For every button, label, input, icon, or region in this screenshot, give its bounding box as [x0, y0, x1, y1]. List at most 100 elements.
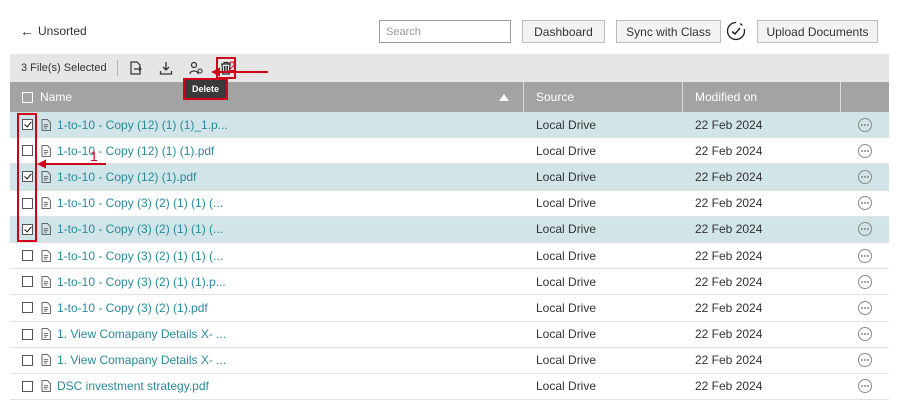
file-name-link[interactable]: 1. View Comapany Details X- ... — [57, 353, 226, 367]
column-modified-header[interactable]: Modified on — [683, 82, 841, 112]
cell-source: Local Drive — [536, 143, 597, 158]
row-checkbox[interactable] — [22, 250, 33, 262]
row-checkbox[interactable] — [22, 145, 33, 157]
files-table: Name Source Modified on 1-to-10 - Copy (… — [10, 82, 889, 401]
table-row[interactable]: 1-to-10 - Copy (3) (2) (1).pdf Local Driv… — [10, 295, 889, 322]
cell-source: Local Drive — [536, 353, 597, 368]
toolbar-divider — [116, 60, 118, 76]
row-checkbox[interactable] — [22, 276, 33, 288]
sort-ascending-icon[interactable] — [499, 94, 509, 101]
cell-actions — [841, 117, 889, 132]
file-name-link[interactable]: 1-to-10 - Copy (12) (1) (1)_1.p... — [57, 118, 228, 132]
file-icon — [41, 275, 51, 288]
more-options-icon[interactable] — [858, 248, 872, 263]
table-row[interactable]: 1-to-10 - Copy (12) (1) (1)_1.p... Local … — [10, 112, 889, 139]
cell-source: Local Drive — [536, 248, 597, 263]
file-icon — [41, 144, 51, 157]
row-checkbox[interactable] — [22, 119, 33, 131]
row-checkbox[interactable] — [22, 302, 33, 314]
file-icon — [41, 171, 51, 183]
table-row[interactable]: 1. View Comapany Details X- ... Local Dri… — [10, 322, 889, 348]
more-options-icon[interactable] — [858, 117, 872, 132]
share-user-icon[interactable] — [188, 60, 204, 76]
file-name-link[interactable]: DSC investment strategy.pdf — [57, 379, 209, 393]
table-row[interactable]: 1-to-10 - Copy (3) (2) (1) (1).p... Local… — [10, 269, 889, 296]
file-icon — [41, 249, 51, 262]
more-options-icon[interactable] — [858, 222, 872, 237]
table-row[interactable]: 1-to-10 - Copy (3) (2) (1) (1) (... Local… — [10, 191, 889, 217]
cell-actions — [841, 143, 889, 158]
back-link[interactable]: ← Unsorted — [20, 24, 87, 38]
file-icon — [41, 197, 51, 210]
cell-name: 1. View Comapany Details X- ... — [10, 322, 524, 347]
file-icon — [41, 328, 51, 340]
file-icon — [41, 118, 51, 131]
annotation-label-2: 2 — [228, 58, 236, 74]
cell-modified: 22 Feb 2024 — [695, 196, 763, 211]
cell-name: 1-to-10 - Copy (3) (2) (1).pdf — [10, 295, 524, 320]
cell-actions — [841, 248, 889, 263]
file-icon — [41, 380, 51, 393]
search-input[interactable] — [379, 20, 511, 43]
more-options-icon[interactable] — [858, 300, 872, 315]
more-options-icon[interactable] — [858, 196, 872, 211]
cell-name: 1-to-10 - Copy (3) (2) (1) (1) (... — [10, 217, 524, 242]
cell-source: Local Drive — [536, 379, 597, 394]
cell-actions — [841, 196, 889, 211]
cell-modified: 22 Feb 2024 — [695, 353, 763, 368]
file-name-link[interactable]: 1-to-10 - Copy (3) (2) (1) (1).p... — [57, 275, 226, 289]
download-icon[interactable] — [158, 60, 174, 76]
cell-source: Local Drive — [536, 169, 597, 184]
more-options-icon[interactable] — [858, 143, 872, 158]
more-options-icon[interactable] — [858, 327, 872, 342]
column-name-header[interactable]: Name — [10, 82, 524, 112]
table-row[interactable]: 1-to-10 - Copy (12) (1) (1).pdf Local Dri… — [10, 138, 889, 165]
selected-count: 3 File(s) Selected — [21, 62, 107, 74]
file-name-link[interactable]: 1-to-10 - Copy (12) (1) (1).pdf — [57, 144, 214, 158]
more-options-icon[interactable] — [858, 169, 872, 184]
table-row[interactable]: DSC investment strategy.pdf Local Drive 22… — [10, 374, 889, 401]
cell-modified: 22 Feb 2024 — [695, 274, 763, 289]
row-checkbox[interactable] — [22, 380, 33, 392]
cell-source: Local Drive — [536, 117, 597, 132]
delete-tooltip: Delete — [183, 78, 228, 100]
move-icon[interactable] — [128, 60, 144, 76]
selection-toolbar: 3 File(s) Selected — [10, 54, 889, 82]
more-options-icon[interactable] — [858, 353, 872, 368]
upload-documents-button[interactable]: Upload Documents — [757, 20, 878, 43]
sync-status-check-icon[interactable] — [726, 21, 746, 41]
table-row[interactable]: 1. View Comapany Details X- ... Local Dri… — [10, 348, 889, 374]
table-row[interactable]: 1-to-10 - Copy (12) (1).pdf Local Drive 22… — [10, 164, 889, 191]
row-checkbox[interactable] — [22, 328, 33, 340]
row-checkbox[interactable] — [22, 223, 33, 235]
cell-source: Local Drive — [536, 300, 597, 315]
cell-modified: 22 Feb 2024 — [695, 143, 763, 158]
table-row[interactable]: 1-to-10 - Copy (3) (2) (1) (1) (... Local… — [10, 216, 889, 243]
column-source-header[interactable]: Source — [524, 82, 683, 112]
file-name-link[interactable]: 1. View Comapany Details X- ... — [57, 327, 226, 341]
cell-actions — [841, 379, 889, 394]
select-all-checkbox[interactable] — [22, 92, 33, 103]
file-icon — [41, 302, 51, 314]
annotation-label-1: 1 — [90, 148, 98, 164]
cell-actions — [841, 222, 889, 237]
cell-actions — [841, 300, 889, 315]
file-name-link[interactable]: 1-to-10 - Copy (3) (2) (1) (1) (... — [57, 249, 223, 263]
file-name-link[interactable]: 1-to-10 - Copy (3) (2) (1).pdf — [57, 301, 208, 315]
file-name-link[interactable]: 1-to-10 - Copy (3) (2) (1) (1) (... — [57, 222, 223, 236]
file-name-link[interactable]: 1-to-10 - Copy (3) (2) (1) (1) (... — [57, 196, 223, 210]
cell-name: 1-to-10 - Copy (3) (2) (1) (1) (... — [10, 243, 524, 268]
row-checkbox[interactable] — [22, 171, 33, 183]
cell-modified: 22 Feb 2024 — [695, 169, 763, 184]
cell-modified: 22 Feb 2024 — [695, 222, 763, 237]
file-name-link[interactable]: 1-to-10 - Copy (12) (1).pdf — [57, 170, 196, 184]
more-options-icon[interactable] — [858, 274, 872, 289]
table-row[interactable]: 1-to-10 - Copy (3) (2) (1) (1) (... Local… — [10, 243, 889, 270]
cell-source: Local Drive — [536, 327, 597, 342]
row-checkbox[interactable] — [22, 197, 33, 209]
dashboard-button[interactable]: Dashboard — [522, 20, 605, 43]
sync-with-class-button[interactable]: Sync with Class — [616, 20, 721, 43]
column-actions-header — [841, 82, 889, 112]
row-checkbox[interactable] — [22, 354, 33, 366]
more-options-icon[interactable] — [858, 379, 872, 394]
